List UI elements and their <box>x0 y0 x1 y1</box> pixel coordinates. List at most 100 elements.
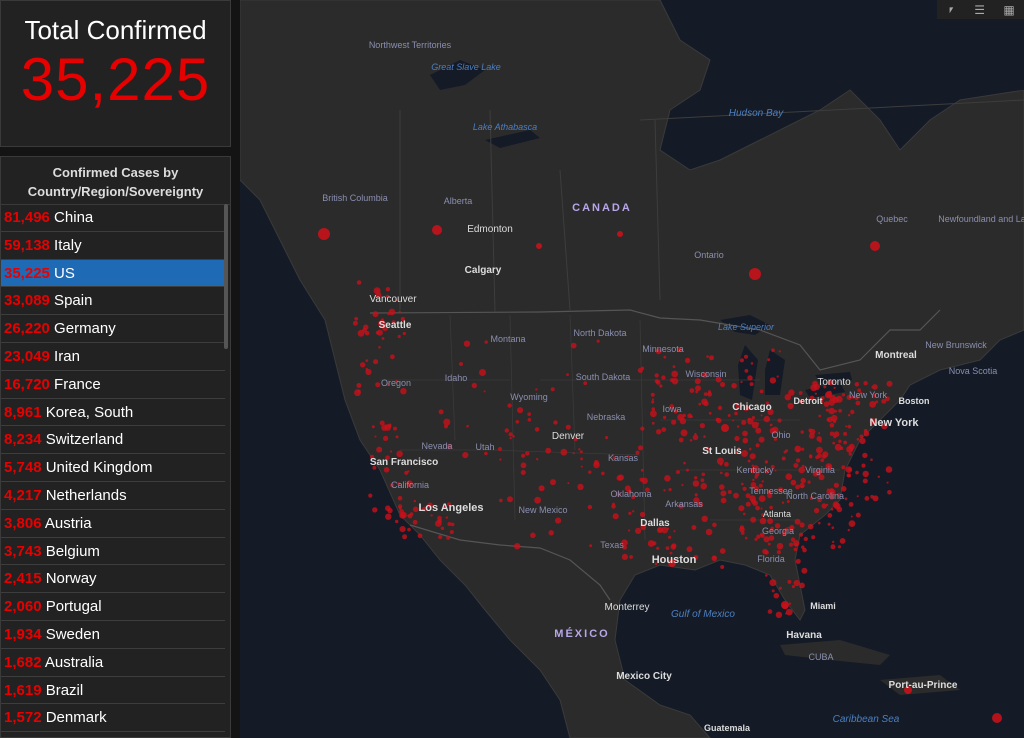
country-row[interactable]: 3,806 Austria <box>1 510 225 538</box>
case-marker[interactable] <box>375 331 380 335</box>
case-marker[interactable] <box>691 525 697 530</box>
case-marker[interactable] <box>515 420 520 424</box>
map-view[interactable]: Northwest Territories Great Slave Lake Lak… <box>240 0 1024 738</box>
case-marker[interactable] <box>375 382 381 388</box>
case-marker[interactable] <box>785 449 789 453</box>
case-marker[interactable] <box>848 502 854 507</box>
case-marker[interactable] <box>832 540 835 544</box>
country-row[interactable]: 1,682 Australia <box>1 649 225 677</box>
case-marker[interactable] <box>521 453 526 458</box>
case-marker[interactable] <box>776 375 779 378</box>
case-marker[interactable] <box>826 418 830 422</box>
case-marker[interactable] <box>450 522 455 527</box>
case-marker[interactable] <box>695 385 701 392</box>
case-marker[interactable] <box>817 453 822 459</box>
map-canvas[interactable]: Northwest Territories Great Slave Lake Lak… <box>240 0 1024 738</box>
case-marker[interactable] <box>438 534 443 540</box>
case-marker[interactable] <box>741 450 748 457</box>
case-marker[interactable] <box>507 403 512 408</box>
case-marker[interactable] <box>673 530 676 533</box>
case-marker[interactable] <box>698 402 702 406</box>
case-marker[interactable] <box>769 423 773 427</box>
case-marker[interactable] <box>747 375 753 381</box>
case-marker[interactable] <box>741 531 745 535</box>
case-marker[interactable] <box>671 377 679 385</box>
country-row[interactable]: 1,619 Brazil <box>1 677 225 705</box>
case-marker[interactable] <box>668 488 672 492</box>
case-marker[interactable] <box>715 417 720 422</box>
case-marker[interactable] <box>550 387 555 392</box>
case-marker[interactable] <box>822 451 829 458</box>
case-marker[interactable] <box>829 423 835 428</box>
case-marker[interactable] <box>844 497 848 501</box>
case-marker[interactable] <box>371 425 375 429</box>
case-marker[interactable] <box>471 382 477 389</box>
case-marker[interactable] <box>679 417 687 425</box>
case-marker[interactable] <box>514 543 521 550</box>
case-marker[interactable] <box>767 358 771 362</box>
case-marker[interactable] <box>827 513 833 518</box>
case-marker[interactable] <box>587 504 593 510</box>
case-marker[interactable] <box>376 446 383 453</box>
case-marker[interactable] <box>430 514 433 517</box>
case-marker[interactable] <box>847 528 850 532</box>
case-marker[interactable] <box>484 340 488 344</box>
case-marker[interactable] <box>818 432 821 435</box>
case-marker[interactable] <box>788 389 795 396</box>
case-marker[interactable] <box>378 346 381 349</box>
case-marker[interactable] <box>449 530 454 535</box>
case-marker[interactable] <box>397 334 401 339</box>
case-marker[interactable] <box>463 340 471 347</box>
list-scrollbar[interactable] <box>224 204 228 349</box>
case-marker[interactable] <box>778 350 781 353</box>
case-marker[interactable] <box>517 407 524 414</box>
case-marker[interactable] <box>318 228 330 240</box>
case-marker[interactable] <box>798 391 803 395</box>
case-marker[interactable] <box>839 446 844 451</box>
country-row[interactable]: 8,234 Switzerland <box>1 426 225 455</box>
case-marker[interactable] <box>701 472 706 477</box>
case-marker[interactable] <box>720 490 727 497</box>
case-marker[interactable] <box>694 476 698 480</box>
case-marker[interactable] <box>497 446 503 452</box>
case-marker[interactable] <box>545 447 552 454</box>
case-marker[interactable] <box>818 521 821 525</box>
case-marker[interactable] <box>671 370 679 378</box>
case-marker[interactable] <box>751 416 755 420</box>
case-marker[interactable] <box>438 409 444 415</box>
case-marker[interactable] <box>651 407 656 411</box>
case-marker[interactable] <box>483 390 486 393</box>
case-marker[interactable] <box>640 468 644 472</box>
case-marker[interactable] <box>801 567 808 574</box>
case-marker[interactable] <box>795 484 800 490</box>
case-marker[interactable] <box>791 585 796 589</box>
case-marker[interactable] <box>761 480 764 483</box>
case-marker[interactable] <box>793 579 800 587</box>
case-marker[interactable] <box>767 542 771 546</box>
case-marker[interactable] <box>755 443 760 448</box>
case-marker[interactable] <box>856 438 860 441</box>
case-marker[interactable] <box>682 413 686 418</box>
case-marker[interactable] <box>662 415 667 420</box>
case-marker[interactable] <box>589 544 593 548</box>
case-marker[interactable] <box>413 499 416 503</box>
case-marker[interactable] <box>727 490 732 494</box>
case-marker[interactable] <box>360 362 366 368</box>
case-marker[interactable] <box>750 516 757 523</box>
case-marker[interactable] <box>846 473 851 478</box>
case-marker[interactable] <box>407 470 410 473</box>
case-marker[interactable] <box>816 436 822 442</box>
case-marker[interactable] <box>774 469 777 472</box>
case-marker[interactable] <box>777 418 782 423</box>
case-marker[interactable] <box>800 477 806 484</box>
case-marker[interactable] <box>390 450 393 453</box>
case-marker[interactable] <box>709 355 714 361</box>
case-marker[interactable] <box>744 354 748 359</box>
case-marker[interactable] <box>745 501 751 507</box>
country-row[interactable]: 35,225 US <box>1 259 225 288</box>
case-marker[interactable] <box>527 418 532 422</box>
case-marker[interactable] <box>352 320 358 326</box>
case-marker[interactable] <box>742 430 748 437</box>
case-marker[interactable] <box>856 495 859 498</box>
case-marker[interactable] <box>749 453 756 460</box>
